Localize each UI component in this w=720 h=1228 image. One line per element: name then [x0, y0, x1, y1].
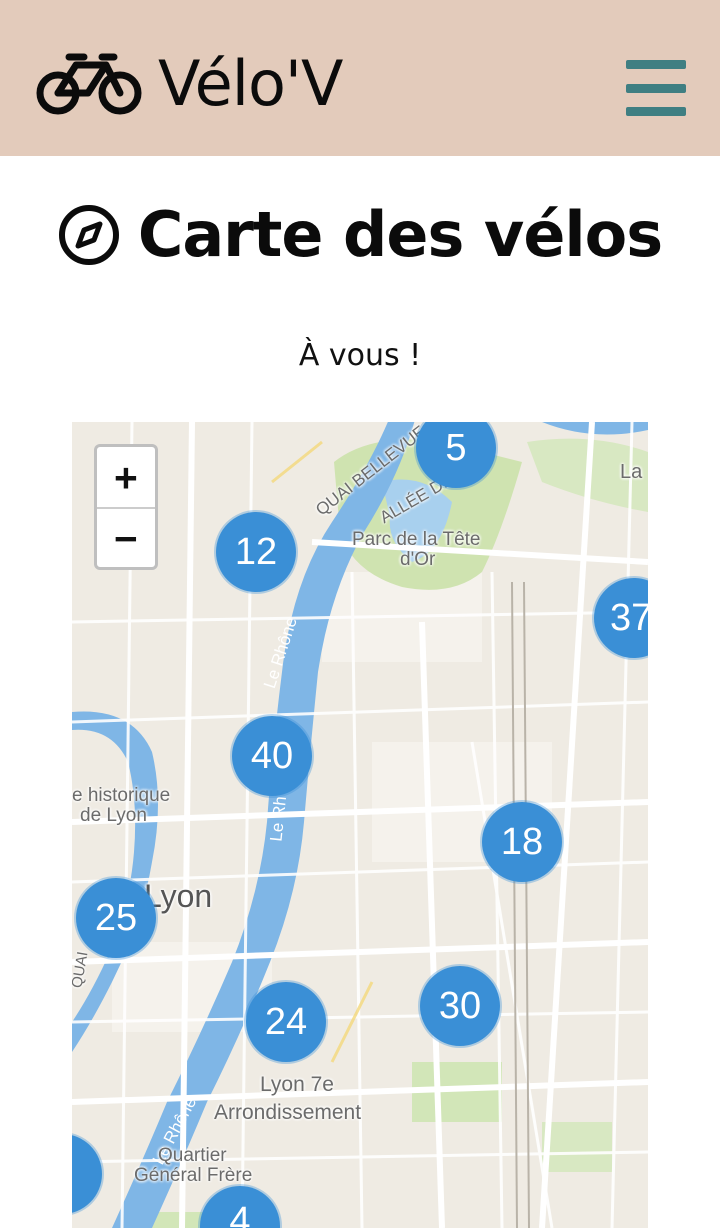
bicycle-icon: [36, 53, 142, 115]
page-title: Carte des vélos: [0, 190, 720, 280]
map-label: Parc de la Tête: [352, 529, 481, 550]
map-label: Quartier: [158, 1145, 227, 1166]
brand-name: Vélo'V: [158, 47, 343, 120]
hamburger-menu-icon[interactable]: [626, 60, 686, 116]
zoom-in-button[interactable]: +: [97, 447, 155, 507]
page-title-text: Carte des vélos: [137, 198, 663, 271]
compass-icon: [58, 205, 119, 265]
zoom-control: + −: [94, 444, 158, 570]
map-label: e historique: [72, 785, 171, 806]
station-cluster-marker[interactable]: 12: [216, 512, 296, 592]
station-cluster-marker[interactable]: 25: [76, 878, 156, 958]
station-cluster-marker[interactable]: 30: [420, 966, 500, 1046]
brand-link[interactable]: Vélo'V: [36, 44, 343, 124]
map-label: d'Or: [400, 549, 436, 570]
station-cluster-marker[interactable]: 18: [482, 802, 562, 882]
map-label: Lyon 7e: [260, 1073, 334, 1096]
map-label: de Lyon: [80, 805, 147, 826]
map-label: La: [620, 461, 643, 483]
zoom-out-button[interactable]: −: [97, 507, 155, 567]
lead-text: À vous !: [298, 338, 422, 373]
station-cluster-marker[interactable]: 24: [246, 982, 326, 1062]
map-label: Général Frère: [134, 1165, 253, 1186]
bike-map[interactable]: + − QUAI BELLEVUE ALLÉE DE Parc de la Tê…: [72, 422, 648, 1228]
station-cluster-marker[interactable]: 40: [232, 716, 312, 796]
navbar: Vélo'V: [0, 0, 720, 156]
map-label: Arrondissement: [214, 1101, 362, 1124]
